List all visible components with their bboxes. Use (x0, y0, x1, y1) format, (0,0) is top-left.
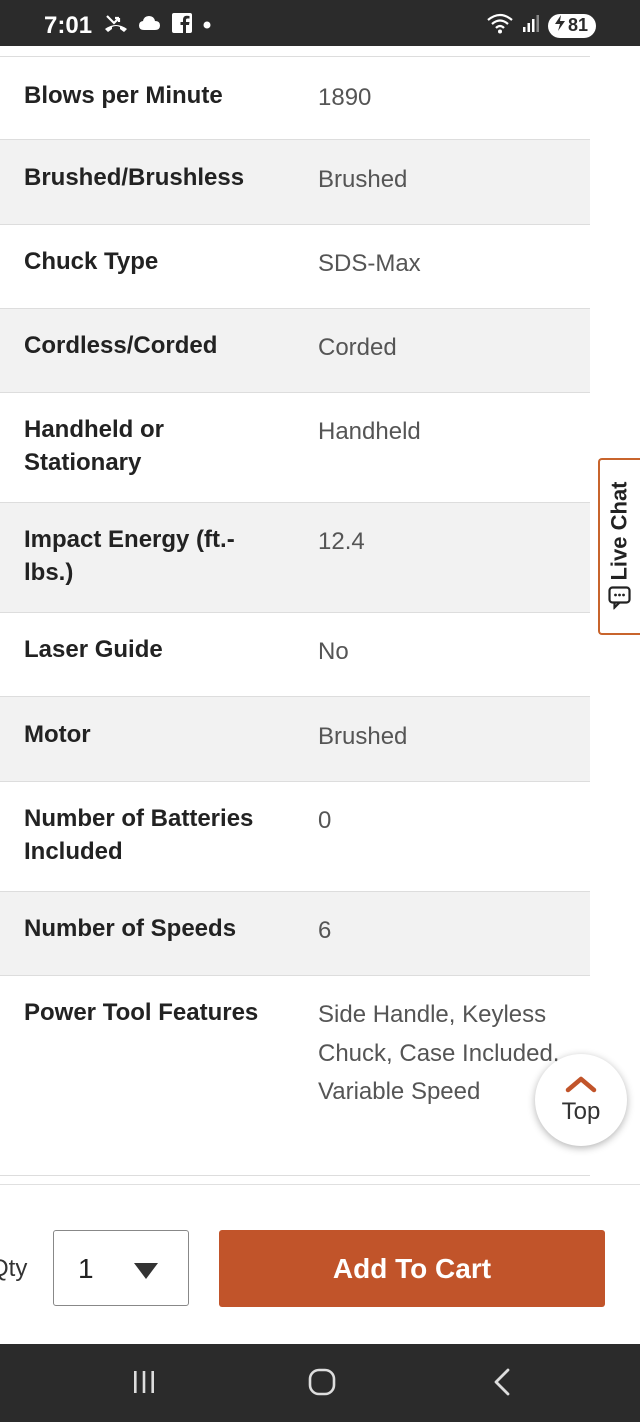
spec-row: Cordless/Corded Corded (0, 309, 590, 393)
spec-name: Cordless/Corded (24, 332, 218, 359)
spec-value: No (318, 638, 349, 665)
back-button[interactable] (482, 1364, 522, 1404)
spec-value: 6 (318, 917, 332, 944)
spec-name: Chuck Type (24, 248, 159, 275)
spec-name: Blows per Minute (24, 82, 223, 109)
add-to-cart-button[interactable]: Add To Cart (219, 1230, 605, 1307)
spec-name: Brushed/Brushless (24, 164, 245, 191)
spec-value: Brushed (318, 166, 408, 193)
spec-row: Laser Guide No (0, 613, 590, 697)
spec-name: Power Tool Features (24, 999, 259, 1026)
battery-indicator: 81 (547, 13, 596, 38)
spec-value: SDS-Max (318, 250, 421, 277)
quantity-select[interactable]: 1 (53, 1230, 189, 1306)
spec-name: Number of Speeds (24, 915, 237, 942)
live-chat-tab[interactable]: Live Chat (598, 458, 640, 635)
spec-value: Brushed (318, 723, 408, 750)
live-chat-content: Live Chat (605, 481, 635, 612)
spec-value: 1890 (318, 84, 372, 111)
signal-icon (522, 13, 540, 38)
spec-value: Corded (318, 334, 397, 361)
spec-name: Handheld or Stationary (24, 416, 165, 476)
status-icons-right: 81 (486, 12, 596, 39)
back-to-top-label: Top (561, 1097, 601, 1125)
cloud-icon (138, 14, 162, 37)
status-time: 7:01 (44, 12, 93, 39)
home-icon (307, 1367, 337, 1402)
live-chat-label: Live Chat (607, 480, 632, 581)
status-icons-left (104, 13, 212, 38)
dropdown-arrow-icon (132, 1261, 160, 1286)
spec-row: Number of Batteries Included 0 (0, 782, 590, 892)
spec-value: 12.4 (318, 528, 365, 555)
spec-name: Impact Energy (ft.-lbs.) (24, 526, 235, 586)
spec-row: Motor Brushed (0, 697, 590, 782)
wifi-icon (486, 12, 514, 39)
add-to-cart-bar: Qty 1 Add To Cart (0, 1184, 640, 1344)
spec-row: Blows per Minute 1890 (0, 57, 590, 140)
chat-bubble-icon (608, 585, 632, 615)
facebook-icon (172, 13, 192, 38)
quantity-value: 1 (78, 1253, 94, 1284)
home-button[interactable] (302, 1364, 342, 1404)
battery-level: 81 (567, 15, 588, 35)
specifications-table: Blows per Minute 1890 Brushed/Brushless … (0, 56, 590, 1176)
system-navigation-bar (0, 1344, 640, 1422)
spec-value: Handheld (318, 418, 421, 445)
spec-row: Chuck Type SDS-Max (0, 225, 590, 309)
spec-name: Laser Guide (24, 636, 163, 663)
spec-name: Number of Batteries Included (24, 805, 254, 865)
status-bar: 7:01 81 (0, 0, 640, 46)
spec-row: Brushed/Brushless Brushed (0, 140, 590, 225)
recent-apps-button[interactable] (124, 1364, 164, 1404)
spec-name: Motor (24, 721, 91, 748)
missed-call-icon (104, 13, 128, 38)
spec-row: Power Tool Features Side Handle, Keyless… (0, 976, 590, 1176)
spec-row: Impact Energy (ft.-lbs.) 12.4 (0, 503, 590, 613)
spec-value: 0 (318, 807, 332, 834)
back-icon (490, 1367, 514, 1402)
battery-charging-icon (554, 15, 566, 36)
dot-icon (202, 17, 212, 35)
quantity-label: Qty (0, 1255, 28, 1282)
chevron-up-icon (565, 1075, 597, 1098)
specifications-panel: Blows per Minute 1890 Brushed/Brushless … (0, 46, 640, 1184)
spec-row: Number of Speeds 6 (0, 892, 590, 976)
recent-apps-icon (130, 1369, 158, 1400)
back-to-top-button[interactable]: Top (535, 1054, 627, 1146)
spec-row: Handheld or Stationary Handheld (0, 393, 590, 503)
